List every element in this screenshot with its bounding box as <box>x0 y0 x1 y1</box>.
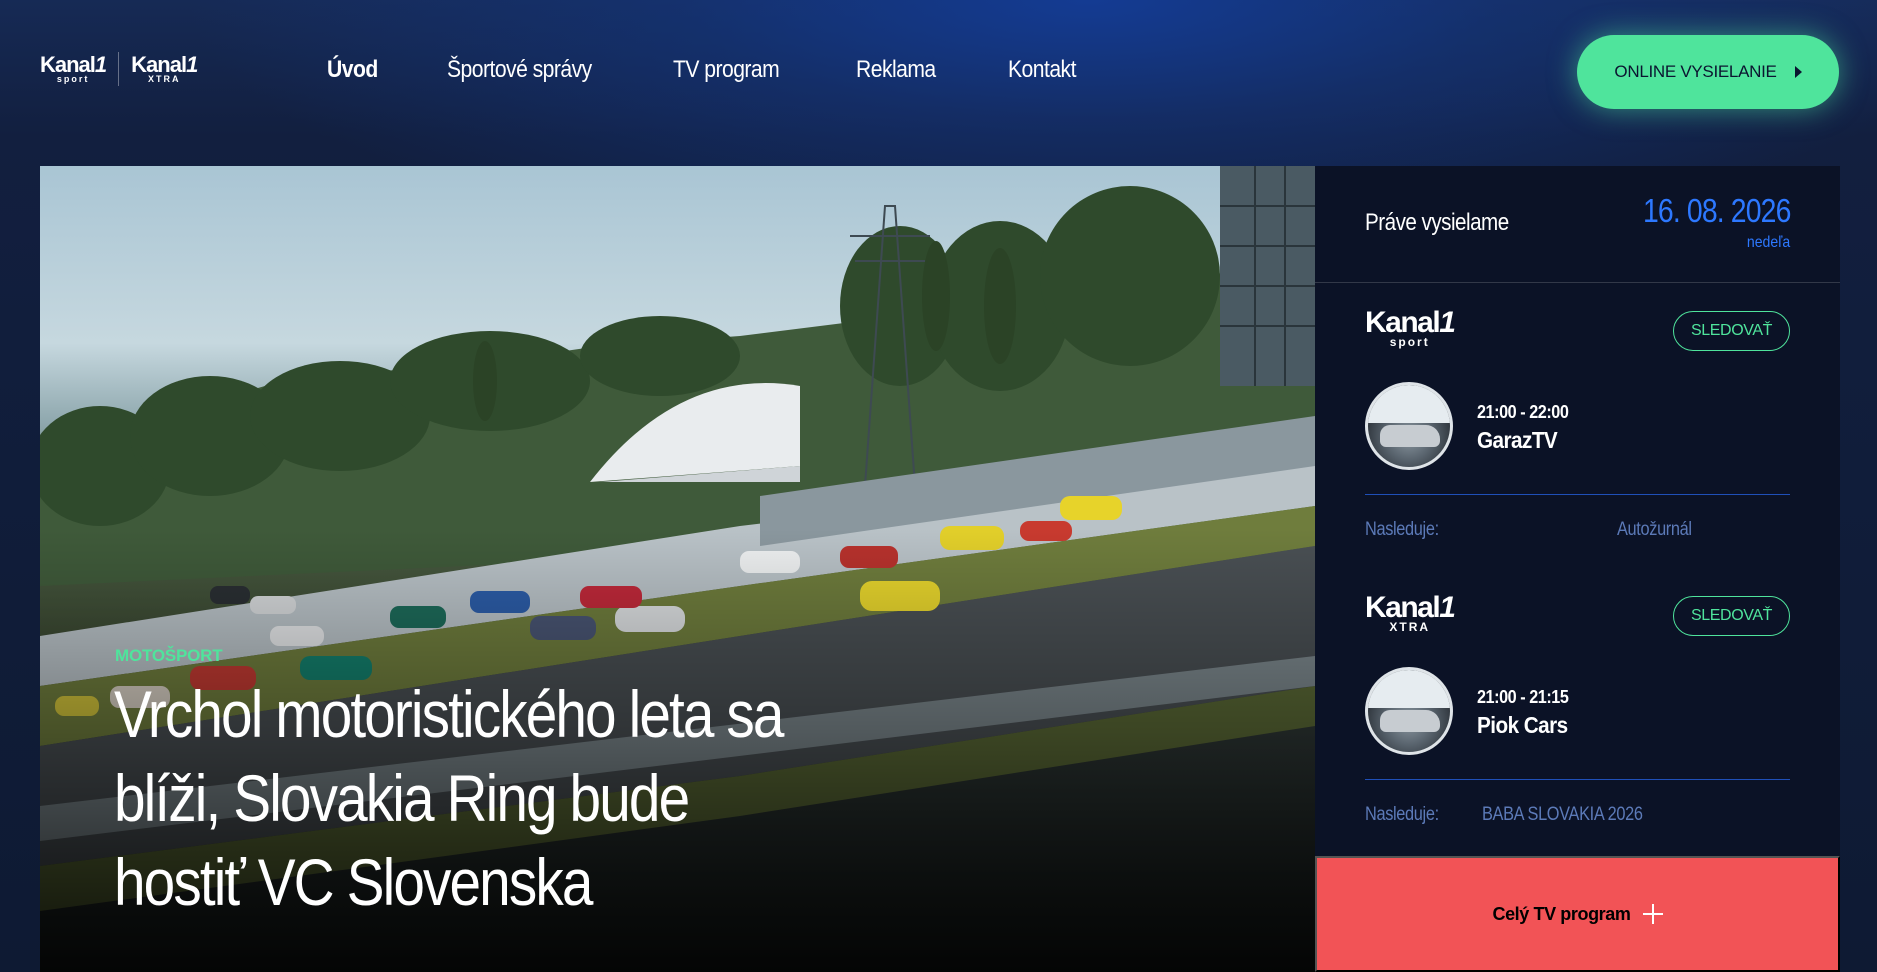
logo-number: 1 <box>1439 306 1456 339</box>
kanal1-sport-logo[interactable]: Kanal1 sport <box>40 52 107 84</box>
panel-header: Práve vysielame 16. 08. 2026 nedeľa <box>1315 166 1840 283</box>
logo-number: 1 <box>1439 591 1456 624</box>
nav-item-tv-program[interactable]: TV program <box>673 56 780 84</box>
full-tv-program-label: Celý TV program <box>1492 903 1631 924</box>
watch-button-sport[interactable]: SLEDOVAŤ <box>1673 311 1790 351</box>
show-name[interactable]: GarazTV <box>1477 427 1558 454</box>
now-broadcasting-panel: Práve vysielame 16. 08. 2026 nedeľa Kana… <box>1315 166 1840 856</box>
nav-item-reklama[interactable]: Reklama <box>856 56 936 84</box>
nav-item-sportove-spravy[interactable]: Športové správy <box>447 56 592 84</box>
show-thumbnail[interactable] <box>1365 667 1453 755</box>
brand-logos[interactable]: Kanal1 sport Kanal1 XTRA <box>40 52 198 86</box>
logo-sub: sport <box>1389 335 1430 349</box>
article-category[interactable]: MOTOŠPORT <box>115 646 223 666</box>
divider <box>1365 779 1790 780</box>
next-label: Nasleduje: <box>1365 519 1439 540</box>
divider <box>1365 494 1790 495</box>
kanal1-xtra-logo[interactable]: Kanal1 XTRA <box>131 52 198 84</box>
hero-article[interactable]: MOTOŠPORT Vrchol motoristického leta sa … <box>40 166 1315 972</box>
logo-sub: sport <box>56 74 90 84</box>
next-show: BABA SLOVAKIA 2026 <box>1482 804 1643 825</box>
play-triangle-icon <box>1794 66 1802 78</box>
online-broadcast-button[interactable]: ONLINE VYSIELANIE <box>1577 35 1839 109</box>
current-date: 16. 08. 2026 <box>1642 192 1791 229</box>
next-label: Nasleduje: <box>1365 804 1439 825</box>
nav-item-uvod[interactable]: Úvod <box>327 56 378 84</box>
nav-item-kontakt[interactable]: Kontakt <box>1008 56 1076 84</box>
current-day: nedeľa <box>1746 234 1790 251</box>
show-name[interactable]: Piok Cars <box>1477 712 1568 739</box>
logo-number: 1 <box>186 52 198 77</box>
show-time: 21:00 - 21:15 <box>1477 687 1569 707</box>
watch-button-xtra[interactable]: SLEDOVAŤ <box>1673 596 1790 636</box>
main-nav: Úvod Športové správy TV program Reklama … <box>327 56 1147 84</box>
kanal1-sport-channel-logo: Kanal1 sport <box>1365 306 1456 349</box>
logo-sub: XTRA <box>1389 620 1431 634</box>
panel-heading: Práve vysielame <box>1365 209 1509 236</box>
article-title[interactable]: Vrchol motoristického leta sa blíži, Slo… <box>114 672 802 924</box>
show-time: 21:00 - 22:00 <box>1477 402 1569 422</box>
logo-divider <box>118 52 120 86</box>
kanal1-xtra-channel-logo: Kanal1 XTRA <box>1365 591 1456 634</box>
site-header: Kanal1 sport Kanal1 XTRA Úvod Športové s… <box>0 0 1877 150</box>
show-thumbnail[interactable] <box>1365 382 1453 470</box>
online-broadcast-label: ONLINE VYSIELANIE <box>1614 62 1777 81</box>
full-tv-program-button[interactable]: Celý TV program <box>1315 856 1840 972</box>
logo-sub: XTRA <box>148 74 181 84</box>
logo-number: 1 <box>94 52 107 77</box>
plus-icon <box>1642 904 1663 924</box>
next-show: Autožurnál <box>1617 519 1692 540</box>
